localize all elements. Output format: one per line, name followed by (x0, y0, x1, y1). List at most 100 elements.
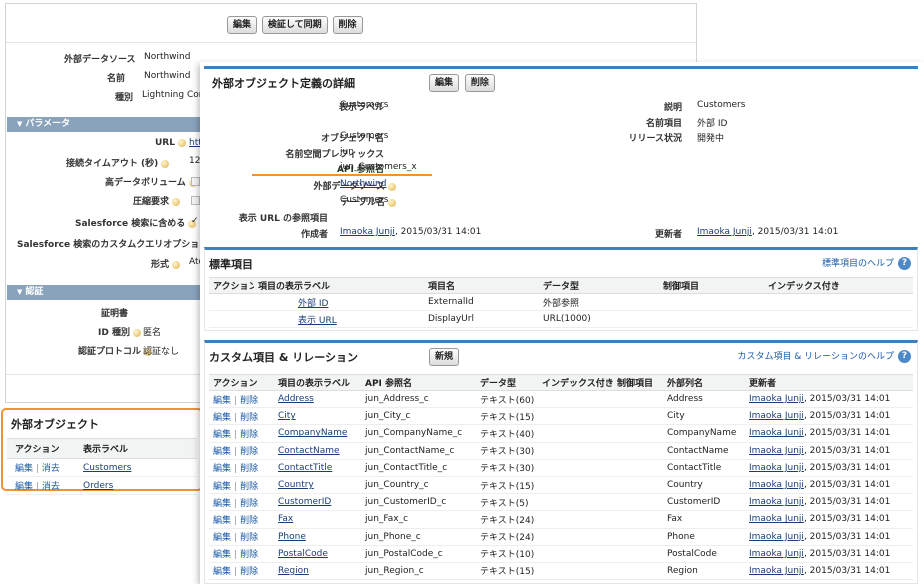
bg-delete-button[interactable]: 削除 (332, 16, 363, 34)
help-bubble-icon[interactable] (177, 138, 186, 147)
detail-label: 更新者 (654, 230, 682, 240)
object-link[interactable]: Customers (83, 463, 131, 473)
help-icon[interactable]: ? (898, 350, 911, 363)
edit-link[interactable]: 編集 (213, 550, 231, 560)
user-link[interactable]: Imaoka Junji (749, 446, 804, 456)
user-link[interactable]: Imaoka Junji (749, 480, 804, 490)
edit-link[interactable]: 編集 (213, 413, 231, 423)
edit-link[interactable]: 編集 (15, 464, 33, 474)
delete-link[interactable]: 削除 (240, 567, 258, 577)
user-link[interactable]: Imaoka Junji (749, 514, 804, 524)
object-link[interactable]: Orders (83, 481, 113, 491)
external-column: Phone (663, 528, 745, 546)
row-actions: 編集 | 削除 (209, 528, 274, 546)
user-link[interactable]: Imaoka Junji (749, 428, 804, 438)
help-bubble-icon[interactable] (172, 197, 181, 206)
field-link[interactable]: Phone (278, 532, 306, 542)
user-link[interactable]: Imaoka Junji (749, 566, 804, 576)
edit-link[interactable]: 編集 (213, 447, 231, 457)
field-link[interactable]: PostalCode (278, 549, 328, 559)
user-link[interactable]: Imaoka Junji (749, 532, 804, 542)
verify-sync-button[interactable]: 検証して同期 (261, 16, 328, 34)
user-link[interactable]: Imaoka Junji (749, 497, 804, 507)
external-column: CompanyName (663, 424, 745, 443)
delete-link[interactable]: 削除 (240, 396, 258, 406)
clear-link[interactable]: 消去 (42, 482, 60, 492)
delete-link[interactable]: 削除 (240, 550, 258, 560)
edit-link[interactable]: 編集 (213, 516, 231, 526)
id-type-value: 匿名 (143, 328, 162, 338)
field-link[interactable]: 表示 URL (298, 316, 337, 326)
table-row: 表示 URL DisplayUrl URL(1000) (209, 310, 913, 329)
user-link[interactable]: Imaoka Junji (749, 411, 804, 421)
detail-label: 表示 URL の参照項目 (238, 214, 328, 224)
field-link[interactable]: Region (278, 566, 309, 576)
modified-by: Imaoka Junji, 2015/03/31 14:01 (745, 390, 913, 409)
edit-link[interactable]: 編集 (213, 499, 231, 509)
help-bubble-icon[interactable] (388, 182, 396, 191)
delete-link[interactable]: 削除 (240, 413, 258, 423)
user-link[interactable]: Imaoka Junji (697, 227, 752, 237)
table-row: 編集 | 削除 Address jun_Address_c テキスト(60) Address… (209, 390, 913, 409)
table-row: 編集 | 消去 Orders (7, 476, 197, 495)
modified-by: Imaoka Junji, 2015/03/31 14:01 (745, 528, 913, 546)
field-link[interactable]: Country (278, 480, 314, 490)
delete-link[interactable]: 削除 (240, 499, 258, 509)
help-bubble-icon[interactable] (132, 328, 141, 337)
delete-link[interactable]: 削除 (240, 482, 258, 492)
api-name: jun_Phone_c (361, 528, 476, 546)
delete-link[interactable]: 削除 (240, 516, 258, 526)
external-column: Country (663, 476, 745, 495)
user-link[interactable]: Imaoka Junji (749, 549, 804, 559)
separator: | (234, 567, 238, 578)
edit-link[interactable]: 編集 (213, 430, 231, 440)
edit-button[interactable]: 編集 (429, 74, 460, 92)
field-link[interactable]: CustomerID (278, 497, 331, 507)
field-type: URL(1000) (539, 310, 659, 329)
clear-link[interactable]: 消去 (42, 464, 60, 474)
help-bubble-icon[interactable] (161, 159, 170, 168)
protocol-label: 認証プロトコル (78, 344, 153, 357)
indexed (538, 442, 613, 460)
field-link[interactable]: City (278, 411, 296, 421)
edit-link[interactable]: 編集 (213, 482, 231, 492)
api-name: jun_ContactTitle_c (361, 459, 476, 477)
delete-link[interactable]: 削除 (240, 447, 258, 457)
new-field-button[interactable]: 新規 (429, 348, 460, 366)
divider (6, 42, 696, 43)
delete-link[interactable]: 削除 (240, 430, 258, 440)
field-link[interactable]: Address (278, 394, 314, 404)
field-link[interactable]: CompanyName (278, 428, 347, 438)
custom-fields-panel: カスタム項目 & リレーション 新規 カスタム項目 & リレーションのヘルプ? … (204, 340, 918, 584)
custom-fields-help-link[interactable]: カスタム項目 & リレーションのヘルプ (737, 352, 894, 362)
help-bubble-icon[interactable] (172, 260, 181, 269)
data-type: テキスト(30) (476, 442, 538, 460)
external-objects-title: 外部オブジェクト (11, 418, 99, 431)
standard-fields-help-link[interactable]: 標準項目のヘルプ (822, 259, 894, 269)
bg-edit-button[interactable]: 編集 (227, 16, 258, 34)
delete-link[interactable]: 削除 (240, 533, 258, 543)
detail-label: 名前項目 (645, 119, 682, 129)
edit-link[interactable]: 編集 (213, 464, 231, 474)
delete-link[interactable]: 削除 (240, 464, 258, 474)
field-link[interactable]: Fax (278, 514, 293, 524)
user-link[interactable]: Imaoka Junji (340, 227, 395, 237)
sf-search-check-icon: ✓ (191, 216, 199, 226)
help-bubble-icon[interactable] (388, 198, 396, 207)
edit-link[interactable]: 編集 (213, 567, 231, 577)
field-link[interactable]: ContactName (278, 446, 340, 456)
user-link[interactable]: Imaoka Junji (749, 394, 804, 404)
data-source-link[interactable]: Northwind (340, 179, 386, 189)
definition-detail: 外部オブジェクト定義の詳細 編集 削除 表示ラベル Customers オブジェ… (204, 66, 918, 244)
row-actions: 編集 | 削除 (209, 562, 274, 581)
field-link[interactable]: ContactTitle (278, 463, 332, 473)
edit-link[interactable]: 編集 (15, 482, 33, 492)
user-link[interactable]: Imaoka Junji (749, 463, 804, 473)
edit-link[interactable]: 編集 (213, 533, 231, 543)
help-icon[interactable]: ? (898, 257, 911, 270)
detail-label: 説明 (663, 103, 682, 113)
edit-link[interactable]: 編集 (213, 396, 231, 406)
field-link[interactable]: 外部 ID (298, 299, 328, 309)
delete-button[interactable]: 削除 (464, 74, 495, 92)
api-name: jun_Address_c (361, 390, 476, 409)
